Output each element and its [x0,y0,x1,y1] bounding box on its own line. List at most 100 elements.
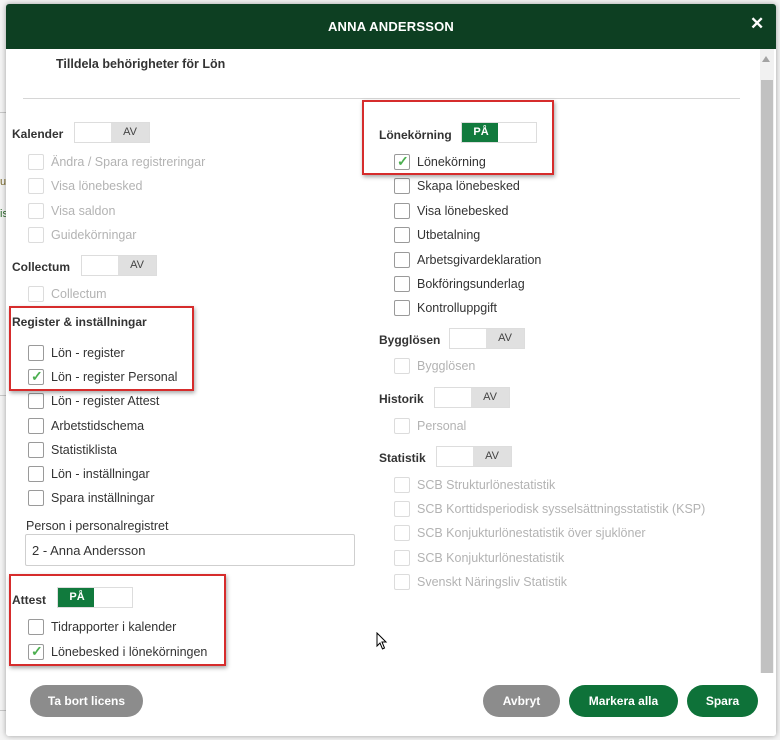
toggle-historik[interactable]: AV [434,387,510,408]
checkmark-icon: ✓ [31,643,43,659]
checkbox [394,501,410,518]
checkbox[interactable] [28,490,44,507]
checkbox-label: Collectum [51,287,107,301]
checkbox-label: Visa lönebesked [51,179,143,194]
toggle-knob [498,123,536,142]
scrollbar-thumb[interactable] [761,80,773,675]
select-all-button[interactable]: Markera alla [569,685,678,717]
checkbox-row[interactable]: Visa lönebesked [394,202,509,220]
checkbox[interactable] [28,393,44,410]
checkbox[interactable]: ✓ [28,368,44,386]
checkbox-label: Spara inställningar [51,491,155,506]
checkbox-row[interactable]: Kontrolluppgift [394,299,497,317]
checkbox[interactable]: ✓ [28,643,44,660]
cancel-button[interactable]: Avbryt [483,685,560,717]
modal-title: ANNA ANDERSSON [327,19,455,34]
checkbox-label: Visa lönebesked [417,203,509,218]
checkbox-row[interactable]: Lön - register [28,344,125,362]
checkbox-label: Bygglösen [417,359,476,373]
checkbox-label: Lön - inställningar [51,467,150,481]
section-label-register: Register & inställningar [12,315,147,329]
checkbox-row: Svenskt Näringsliv Statistik [394,573,567,591]
checkbox-row: SCB Strukturlönestatistik [394,476,555,494]
close-icon[interactable]: ✕ [750,15,764,32]
toggle-attest[interactable]: PÅ [57,587,133,608]
checkbox-row[interactable]: Utbetalning [394,226,480,244]
checkbox [28,154,44,170]
checkbox-label: Guidekörningar [51,227,137,242]
toggle-knob [435,388,473,407]
toggle-knob [82,256,120,275]
checkbox-label: Svenskt Näringsliv Statistik [417,574,568,589]
checkbox-row[interactable]: Lön - register Attest [28,392,159,410]
checkbox [394,477,410,493]
checkbox[interactable] [394,202,410,219]
checkbox-row[interactable]: ✓ Lönebesked i lönekörningen [28,643,207,661]
checkbox-label: Lön - register Attest [51,394,160,409]
divider [23,98,740,99]
checkbox-label: SCB Korttidsperiodisk sysselsättningssta… [417,502,706,517]
checkbox[interactable] [28,466,44,482]
toggle-lonekorning[interactable]: PÅ [461,122,537,143]
checkbox[interactable] [394,251,410,268]
toggle-state: AV [118,256,156,275]
checkbox[interactable] [394,227,410,244]
checkbox-row[interactable]: Tidrapporter i kalender [28,618,176,636]
save-button[interactable]: Spara [687,685,758,717]
checkbox-row: Ändra / Spara registreringar [28,153,205,171]
checkbox-row[interactable]: ✓ Lön - register Personal [28,368,177,386]
checkbox [394,573,410,590]
checkbox[interactable] [28,619,44,635]
modal-footer: Ta bort licens Avbryt Markera alla Spara [6,673,776,736]
checkbox [394,549,410,566]
toggle-state: AV [486,329,524,348]
person-input[interactable] [25,534,355,566]
checkbox-label: Lön - register Personal [51,370,178,385]
checkbox-label: Lönekörning [417,155,486,169]
checkbox-row[interactable]: Skapa lönebesked [394,177,520,195]
checkbox-label: Personal [417,419,467,433]
checkbox-label: SCB Konjukturlönestatistik över sjuklöne… [417,526,646,541]
checkbox-row[interactable]: Bokföringsunderlag [394,275,525,293]
checkbox[interactable] [394,276,410,292]
checkbox-label: SCB Strukturlönestatistik [417,478,556,492]
modal-header: ANNA ANDERSSON ✕ [6,4,776,49]
checkbox[interactable] [28,345,44,361]
checkbox-row: Collectum [28,285,107,303]
toggle-bygglosen[interactable]: AV [449,328,525,349]
toggle-statistik[interactable]: AV [436,446,512,467]
scroll-up-arrow-icon[interactable] [762,56,770,62]
checkbox-label: Utbetalning [417,228,481,243]
section-label-attest: Attest [12,593,47,607]
checkbox-label: Lönebesked i lönekörningen [51,645,208,659]
checkbox-row[interactable]: Statistiklista [28,441,117,459]
checkbox[interactable] [28,441,44,458]
checkmark-icon: ✓ [397,153,409,169]
checkbox-label: Arbetstidschema [51,418,145,433]
checkbox-row[interactable]: Spara inställningar [28,489,155,507]
checkbox [394,358,410,374]
checkbox-label: Statistiklista [51,442,117,457]
toggle-collectum[interactable]: AV [81,255,157,276]
checkbox-row[interactable]: Arbetstidschema [28,417,144,435]
checkbox-label: Lön - register [51,346,125,360]
checkbox-row[interactable]: Arbetsgivardeklaration [394,251,541,269]
section-label-statistik: Statistik [379,451,426,465]
checkbox [394,525,410,542]
toggle-state: AV [473,447,511,466]
checkbox[interactable]: ✓ [394,153,410,170]
checkbox-row: SCB Konjukturlönestatistik över sjuklöne… [394,524,646,542]
checkbox[interactable] [394,178,410,195]
toggle-knob [437,447,475,466]
checkbox-row[interactable]: ✓ Lönekörning [394,153,486,171]
checkbox[interactable] [394,300,410,317]
checkbox[interactable] [28,417,44,434]
modal-subtitle: Tilldela behörigheter för Lön [56,57,226,71]
toggle-knob [450,329,488,348]
checkbox-row[interactable]: Lön - inställningar [28,465,150,483]
section-label-historik: Historik [379,392,424,406]
toggle-knob [94,588,132,607]
remove-license-button[interactable]: Ta bort licens [30,685,143,717]
checkbox [28,226,44,243]
toggle-kalender[interactable]: AV [74,122,150,143]
